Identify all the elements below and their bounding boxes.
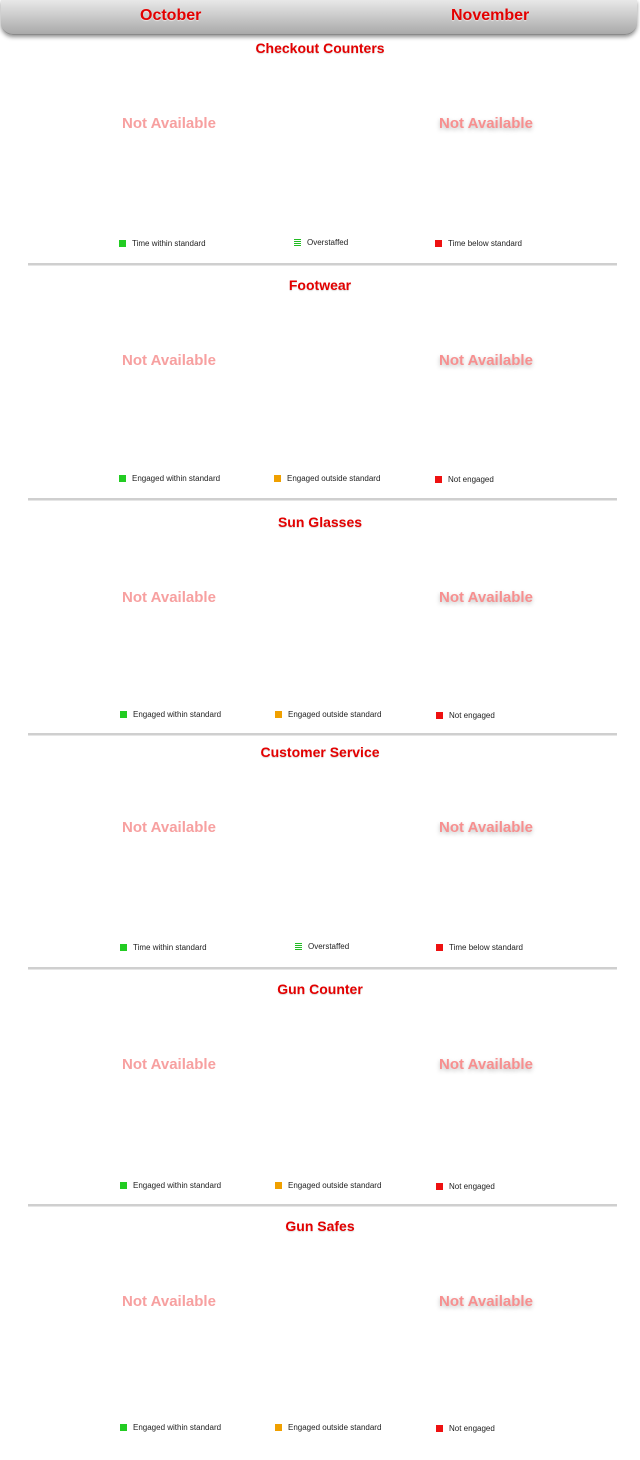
legend-item: Engaged within standard (120, 710, 221, 719)
october-status: Not Available (122, 352, 216, 369)
section-divider (28, 498, 617, 501)
legend-label: Overstaffed (308, 942, 350, 951)
legend-label: Not engaged (449, 1424, 495, 1433)
legend-item: Engaged outside standard (275, 1181, 381, 1190)
legend-item: Not engaged (436, 1182, 495, 1191)
legend-label: Engaged outside standard (288, 710, 382, 719)
red-square-icon (435, 240, 442, 247)
section-divider (28, 967, 617, 970)
green-square-icon (119, 475, 126, 482)
legend-label: Engaged within standard (132, 474, 221, 483)
legend-label: Time within standard (133, 943, 207, 952)
november-status: Not Available (439, 589, 533, 606)
legend-label: Not engaged (449, 711, 495, 720)
november-status: Not Available (439, 1056, 533, 1073)
legend-label: Engaged outside standard (288, 1181, 382, 1190)
legend-label: Engaged outside standard (287, 474, 381, 483)
red-square-icon (436, 712, 443, 719)
green-square-icon (120, 1182, 127, 1189)
month-header-bar: October November (1, 0, 637, 35)
legend-item: Time within standard (120, 943, 207, 952)
legend-label: Time within standard (132, 239, 206, 248)
month-label-november: November (451, 7, 530, 24)
section-title: Gun Safes (285, 1218, 355, 1234)
legend-item: Not engaged (435, 475, 494, 484)
section-title: Sun Glasses (277, 514, 363, 530)
legend-label: Engaged within standard (133, 710, 222, 719)
green-square-icon (119, 240, 126, 247)
legend-label: Overstaffed (307, 238, 349, 247)
november-status: Not Available (439, 1293, 533, 1310)
green-square-icon (120, 711, 127, 718)
legend-item: Time below standard (435, 239, 522, 248)
legend-item: Engaged within standard (120, 1423, 221, 1432)
legend-label: Time below standard (448, 239, 522, 248)
legend-label: Not engaged (448, 475, 494, 484)
orange-square-icon (275, 711, 282, 718)
orange-square-icon (275, 1182, 282, 1189)
section-divider (28, 263, 617, 266)
legend-item: Time below standard (436, 943, 523, 952)
section-title: Footwear (288, 277, 352, 293)
legend-label: Engaged outside standard (288, 1423, 382, 1432)
legend-item: Engaged outside standard (275, 1423, 381, 1432)
legend-item: Time within standard (119, 239, 206, 248)
legend-item: Not engaged (436, 711, 495, 720)
legend-item: Engaged outside standard (274, 474, 380, 483)
month-label-october: October (140, 7, 202, 24)
legend-item: Engaged within standard (119, 474, 220, 483)
section-title: Checkout Counters (255, 40, 385, 56)
legend-item: Overstaffed (295, 942, 349, 951)
green-square-icon (120, 1424, 127, 1431)
legend-item: Not engaged (436, 1424, 495, 1433)
red-square-icon (435, 476, 442, 483)
legend-label: Time below standard (449, 943, 523, 952)
october-status: Not Available (122, 589, 216, 606)
section-title: Customer Service (260, 744, 380, 760)
red-square-icon (436, 944, 443, 951)
legend-label: Engaged within standard (133, 1423, 222, 1432)
orange-square-icon (275, 1424, 282, 1431)
legend-item: Overstaffed (294, 238, 348, 247)
legend-item: Engaged within standard (120, 1181, 221, 1190)
section-divider (28, 733, 617, 736)
legend-item: Engaged outside standard (275, 710, 381, 719)
november-status: Not Available (439, 352, 533, 369)
section-title: Gun Counter (277, 981, 363, 997)
october-status: Not Available (122, 115, 216, 132)
october-status: Not Available (122, 1056, 216, 1073)
orange-square-icon (274, 475, 281, 482)
red-square-icon (436, 1183, 443, 1190)
green-square-icon (120, 944, 127, 951)
october-status: Not Available (122, 819, 216, 836)
legend-label: Engaged within standard (133, 1181, 222, 1190)
section-divider (28, 1204, 617, 1207)
november-status: Not Available (439, 819, 533, 836)
striped-lines-icon (295, 943, 302, 950)
november-status: Not Available (439, 115, 533, 132)
legend-label: Not engaged (449, 1182, 495, 1191)
red-square-icon (436, 1425, 443, 1432)
october-status: Not Available (122, 1293, 216, 1310)
striped-lines-icon (294, 239, 301, 246)
